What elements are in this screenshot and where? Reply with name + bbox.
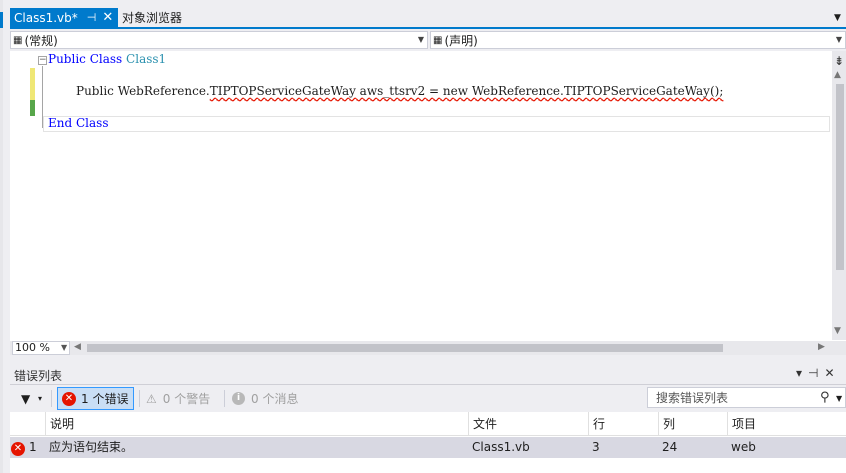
scroll-up-icon[interactable]: ▲ bbox=[834, 70, 841, 80]
row-file: Class1.vb bbox=[472, 440, 530, 454]
current-line-highlight bbox=[43, 116, 830, 132]
error-icon: ✕ bbox=[62, 391, 76, 406]
general-dropdown-value: (常规) bbox=[24, 33, 58, 48]
tab-underline bbox=[10, 27, 846, 29]
info-icon: i bbox=[232, 392, 245, 405]
divider bbox=[224, 390, 225, 407]
scroll-left-icon[interactable]: ◀ bbox=[74, 342, 81, 352]
tab-object-browser[interactable]: 对象浏览器 bbox=[122, 8, 182, 27]
unsaved-change-marker bbox=[30, 68, 35, 100]
tab-class1-vb[interactable]: Class1.vb* ⊣ ✕ bbox=[10, 8, 118, 27]
code-token: WebReference. bbox=[117, 84, 210, 98]
errors-filter-button[interactable]: ✕ 1 个错误 bbox=[57, 387, 134, 410]
column-header-file[interactable]: 文件 bbox=[468, 412, 586, 436]
collapse-icon[interactable]: − bbox=[38, 56, 47, 65]
chevron-down-icon[interactable]: ▼ bbox=[61, 343, 67, 352]
class-view-icon: ▦ bbox=[13, 34, 23, 46]
search-icon[interactable]: ⚲ bbox=[820, 390, 830, 405]
code-line-1[interactable]: Public Class Class1 bbox=[48, 52, 166, 66]
method-view-icon: ▦ bbox=[433, 34, 443, 46]
row-project: web bbox=[731, 440, 756, 454]
close-icon[interactable]: ✕ bbox=[102, 10, 113, 25]
chevron-down-icon: ▼ bbox=[417, 35, 424, 44]
warnings-filter-label: 0 个警告 bbox=[162, 392, 211, 406]
filter-icon[interactable]: ▼ bbox=[21, 392, 30, 406]
pin-icon[interactable]: ⊣ bbox=[87, 11, 97, 24]
panel-controls[interactable]: ▾⊣✕ bbox=[796, 366, 841, 380]
error-search-input[interactable] bbox=[654, 389, 818, 406]
column-header-project[interactable]: 项目 bbox=[727, 412, 846, 436]
vertical-scroll-thumb[interactable] bbox=[836, 84, 844, 270]
row-description: 应为语句结束。 bbox=[49, 440, 134, 454]
messages-filter-label: 0 个消息 bbox=[251, 392, 299, 406]
keyword-public: Public bbox=[76, 84, 114, 98]
warnings-filter-button[interactable]: ⚠ 0 个警告 bbox=[146, 387, 210, 410]
code-line-5[interactable]: End Class bbox=[48, 116, 108, 130]
tab-list-dropdown-icon[interactable]: ▼ bbox=[834, 13, 841, 23]
row-column: 24 bbox=[662, 440, 678, 454]
tab-label: Class1.vb* bbox=[14, 10, 78, 25]
divider bbox=[51, 390, 52, 407]
column-header-column[interactable]: 列 bbox=[658, 412, 726, 436]
keyword-class: Class bbox=[89, 52, 123, 66]
keyword-public: Public bbox=[48, 52, 86, 66]
left-edge bbox=[0, 0, 3, 473]
messages-filter-button[interactable]: i 0 个消息 bbox=[232, 387, 298, 410]
chevron-down-icon[interactable]: ▾ bbox=[38, 394, 42, 403]
errors-filter-label: 1 个错误 bbox=[81, 392, 129, 406]
declarations-dropdown-value: (声明) bbox=[444, 33, 478, 48]
code-line-3[interactable]: Public WebReference.TIPTOPServiceGateWay… bbox=[76, 84, 723, 98]
saved-change-marker bbox=[30, 100, 35, 116]
declarations-dropdown[interactable]: ▦ (声明) ▼ bbox=[430, 31, 846, 49]
divider bbox=[10, 384, 846, 385]
row-index: 1 bbox=[29, 440, 37, 454]
scroll-right-icon[interactable]: ▶ bbox=[818, 342, 825, 352]
class-name: Class1 bbox=[126, 52, 167, 66]
column-header-line[interactable]: 行 bbox=[588, 412, 656, 436]
code-error-squiggle: TIPTOPServiceGateWay aws_ttsrv2 = new We… bbox=[209, 84, 724, 98]
error-icon: ✕ bbox=[11, 440, 25, 456]
scroll-down-icon[interactable]: ▼ bbox=[834, 326, 841, 336]
error-list-title: 错误列表 bbox=[14, 369, 63, 383]
warning-icon: ⚠ bbox=[146, 391, 157, 406]
divider bbox=[139, 390, 140, 407]
left-edge-accent bbox=[0, 12, 3, 28]
column-header-description[interactable]: 说明 bbox=[45, 412, 466, 436]
general-dropdown[interactable]: ▦ (常规) ▼ bbox=[10, 31, 428, 49]
table-row[interactable] bbox=[10, 437, 846, 458]
chevron-down-icon[interactable]: ▼ bbox=[836, 394, 842, 403]
horizontal-scroll-thumb[interactable] bbox=[87, 344, 723, 352]
error-search-box[interactable] bbox=[647, 387, 846, 408]
row-line: 3 bbox=[592, 440, 600, 454]
split-icon[interactable]: ⇟ bbox=[834, 54, 844, 68]
chevron-down-icon: ▼ bbox=[835, 35, 842, 44]
tab-label: 对象浏览器 bbox=[122, 11, 183, 25]
